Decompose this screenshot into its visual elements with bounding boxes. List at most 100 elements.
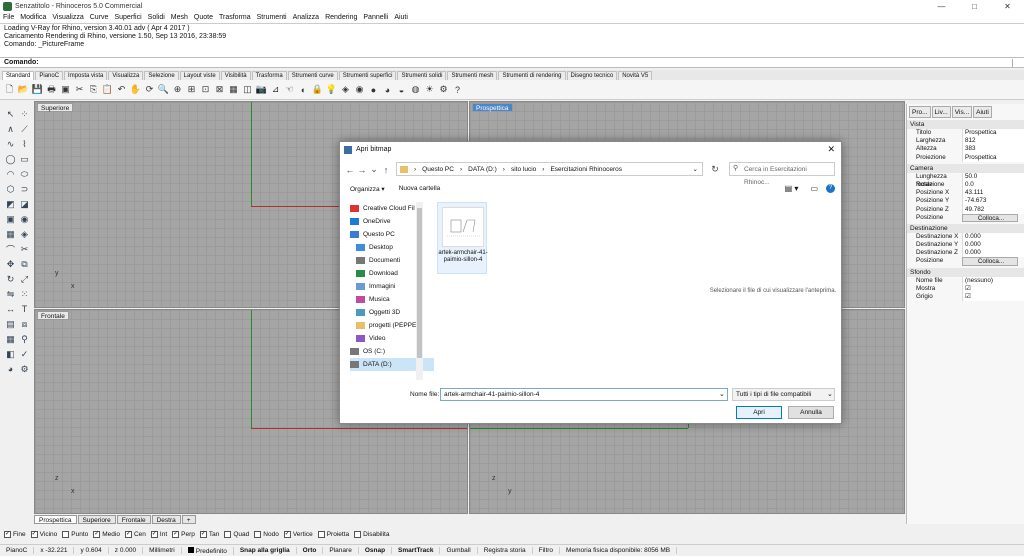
osnap-checkbox[interactable]: ✓ bbox=[93, 530, 101, 538]
osnap-checkbox[interactable] bbox=[354, 530, 362, 538]
settings-icon[interactable]: ⚙ bbox=[18, 363, 31, 375]
curve-icon[interactable]: ∿ bbox=[4, 138, 17, 150]
place-button[interactable]: Colloca... bbox=[962, 257, 1018, 266]
menu-item-modifica[interactable]: Modifica bbox=[17, 14, 49, 21]
toolbar-tab[interactable]: Selezione bbox=[144, 71, 179, 80]
up-icon[interactable]: ↑ bbox=[380, 165, 392, 175]
mirror-icon[interactable]: ⇋ bbox=[4, 288, 17, 300]
breadcrumb-sito-lucio[interactable]: sito lucio bbox=[511, 166, 536, 173]
surface-icon[interactable]: ◩ bbox=[4, 198, 17, 210]
viewport-front-label[interactable]: Frontale bbox=[37, 311, 69, 320]
property-value[interactable]: 0.000 bbox=[962, 241, 1024, 250]
gumball-toggle[interactable]: Gumball bbox=[440, 547, 478, 554]
snapshot-icon[interactable]: ◧ bbox=[4, 348, 17, 360]
cancel-button[interactable]: Annulla bbox=[788, 406, 834, 419]
property-value[interactable]: ☑ bbox=[962, 293, 1024, 302]
circle-icon[interactable]: ◯ bbox=[4, 153, 17, 165]
maximize-button[interactable]: □ bbox=[958, 2, 991, 11]
property-value[interactable]: 50.0 bbox=[962, 172, 1024, 181]
print-icon[interactable]: 🖶 bbox=[45, 83, 58, 96]
mesh-icon[interactable]: ▦ bbox=[4, 228, 17, 240]
camera-icon[interactable]: 📷 bbox=[255, 83, 268, 96]
organize-button[interactable]: Organizza ▾ bbox=[350, 185, 385, 193]
osnap-checkbox[interactable]: ✓ bbox=[199, 530, 207, 538]
back-icon[interactable]: ← bbox=[344, 165, 356, 175]
trim-icon[interactable]: ✂ bbox=[18, 243, 31, 255]
line-icon[interactable]: ⟋ bbox=[18, 123, 31, 135]
help-icon[interactable]: ? bbox=[826, 184, 835, 193]
menu-item-analizza[interactable]: Analizza bbox=[290, 14, 322, 21]
grid-icon[interactable]: ▦ bbox=[227, 83, 240, 96]
ellipse-icon[interactable]: ⬭ bbox=[18, 168, 31, 180]
toolbar-tab[interactable]: Layout viste bbox=[179, 71, 220, 80]
property-value[interactable]: Prospettica bbox=[962, 129, 1024, 138]
select-arrow-icon[interactable]: ↖ bbox=[4, 108, 17, 120]
paste-icon[interactable]: 📋 bbox=[101, 83, 114, 96]
hide-icon[interactable]: ◐ bbox=[297, 83, 310, 96]
viewport-perspective-label[interactable]: Prospettica bbox=[472, 103, 513, 112]
address-bar[interactable]: › Questo PC › DATA (D:) › sito lucio › E… bbox=[396, 162, 703, 176]
command-scrollbar[interactable] bbox=[1012, 58, 1020, 67]
zoom-all-icon[interactable]: ⊠ bbox=[213, 83, 226, 96]
osnap-proietta[interactable]: Proietta bbox=[317, 530, 349, 538]
zoom-extents-icon[interactable]: ⊞ bbox=[185, 83, 198, 96]
filename-dropdown-icon[interactable]: ⌄ bbox=[719, 390, 725, 398]
group-icon[interactable]: ⧈ bbox=[18, 318, 31, 330]
view-icon[interactable]: ◫ bbox=[241, 83, 254, 96]
arc-icon[interactable]: ◠ bbox=[4, 168, 17, 180]
save-icon[interactable]: 💾 bbox=[31, 83, 44, 96]
osnap-checkbox[interactable]: ✓ bbox=[150, 530, 158, 538]
help-icon[interactable]: ? bbox=[451, 83, 464, 96]
property-value[interactable]: 0.0 bbox=[962, 180, 1024, 190]
toolbar-tab[interactable]: Standard bbox=[2, 71, 35, 80]
new-file-icon[interactable]: 🗋 bbox=[3, 83, 16, 96]
property-value[interactable]: 383 bbox=[962, 145, 1024, 154]
filter-toggle[interactable]: Filtro bbox=[533, 547, 561, 554]
zoom-window-icon[interactable]: ⊕ bbox=[171, 83, 184, 96]
property-value[interactable]: 0.000 bbox=[962, 249, 1024, 258]
status-cplane[interactable]: PianoC bbox=[0, 547, 35, 554]
open-button[interactable]: Apri bbox=[736, 406, 782, 419]
tab-layers[interactable]: Liv... bbox=[931, 106, 951, 118]
property-value[interactable]: -74.673 bbox=[962, 197, 1024, 206]
osnap-checkbox[interactable] bbox=[254, 530, 262, 538]
toolbar-tab[interactable]: Imposta vista bbox=[64, 71, 108, 80]
osnap-cen[interactable]: ✓ Cen bbox=[124, 530, 146, 538]
osnap-medio[interactable]: ✓ Medio bbox=[93, 530, 120, 538]
breadcrumb-data-drive[interactable]: DATA (D:) bbox=[468, 166, 497, 173]
offset-icon[interactable]: ⊃ bbox=[18, 183, 31, 195]
rotate-view-icon[interactable]: ⟳ bbox=[143, 83, 156, 96]
polygon-icon[interactable]: ⬡ bbox=[4, 183, 17, 195]
menu-item-file[interactable]: File bbox=[0, 14, 17, 21]
toolbar-tab[interactable]: Disegno tecnico bbox=[566, 71, 618, 80]
dialog-close-button[interactable]: ✕ bbox=[827, 144, 835, 155]
osnap-vicino[interactable]: ✓ Vicino bbox=[30, 530, 57, 538]
property-value[interactable]: 0.000 bbox=[962, 232, 1024, 242]
toolbar-tab[interactable]: Visibilità bbox=[220, 71, 251, 80]
zoom-dynamic-icon[interactable]: 🔍 bbox=[157, 83, 170, 96]
toolbar-tab[interactable]: Visualizza bbox=[108, 71, 144, 80]
menu-item-mesh[interactable]: Mesh bbox=[168, 14, 191, 21]
viewport-top-label[interactable]: Superiore bbox=[37, 103, 74, 112]
analyze-icon[interactable]: ⚲ bbox=[18, 333, 31, 345]
file-type-filter[interactable]: Tutti i tipi di file compatibili bbox=[732, 388, 835, 401]
forward-icon[interactable]: → bbox=[356, 165, 368, 175]
tab-help[interactable]: Aiuti bbox=[973, 106, 992, 118]
copy-icon[interactable]: ⎘ bbox=[87, 83, 100, 96]
property-value[interactable]: Prospettica bbox=[962, 153, 1024, 162]
osnap-checkbox[interactable]: ✓ bbox=[30, 530, 38, 538]
grid-toggle-icon[interactable]: ▦ bbox=[4, 333, 17, 345]
property-value[interactable]: 49.782 bbox=[962, 205, 1024, 214]
place-button[interactable]: Colloca... bbox=[962, 213, 1018, 222]
light-icon[interactable]: 💡 bbox=[325, 83, 338, 96]
address-dropdown-icon[interactable]: ⌄ bbox=[693, 165, 698, 173]
zoom-selected-icon[interactable]: ⊡ bbox=[199, 83, 212, 96]
render-icon[interactable]: ◕ bbox=[381, 83, 394, 96]
viewport-tab[interactable]: Destra bbox=[151, 515, 181, 524]
render-sphere-icon[interactable]: ◕ bbox=[4, 363, 17, 375]
osnap-punto[interactable]: Punto bbox=[62, 530, 88, 538]
osnap-perp[interactable]: ✓ Perp bbox=[172, 530, 195, 538]
refresh-icon[interactable]: ↻ bbox=[709, 164, 721, 175]
planar-toggle[interactable]: Planare bbox=[323, 547, 359, 554]
property-value[interactable]: 43.111 bbox=[962, 189, 1024, 198]
